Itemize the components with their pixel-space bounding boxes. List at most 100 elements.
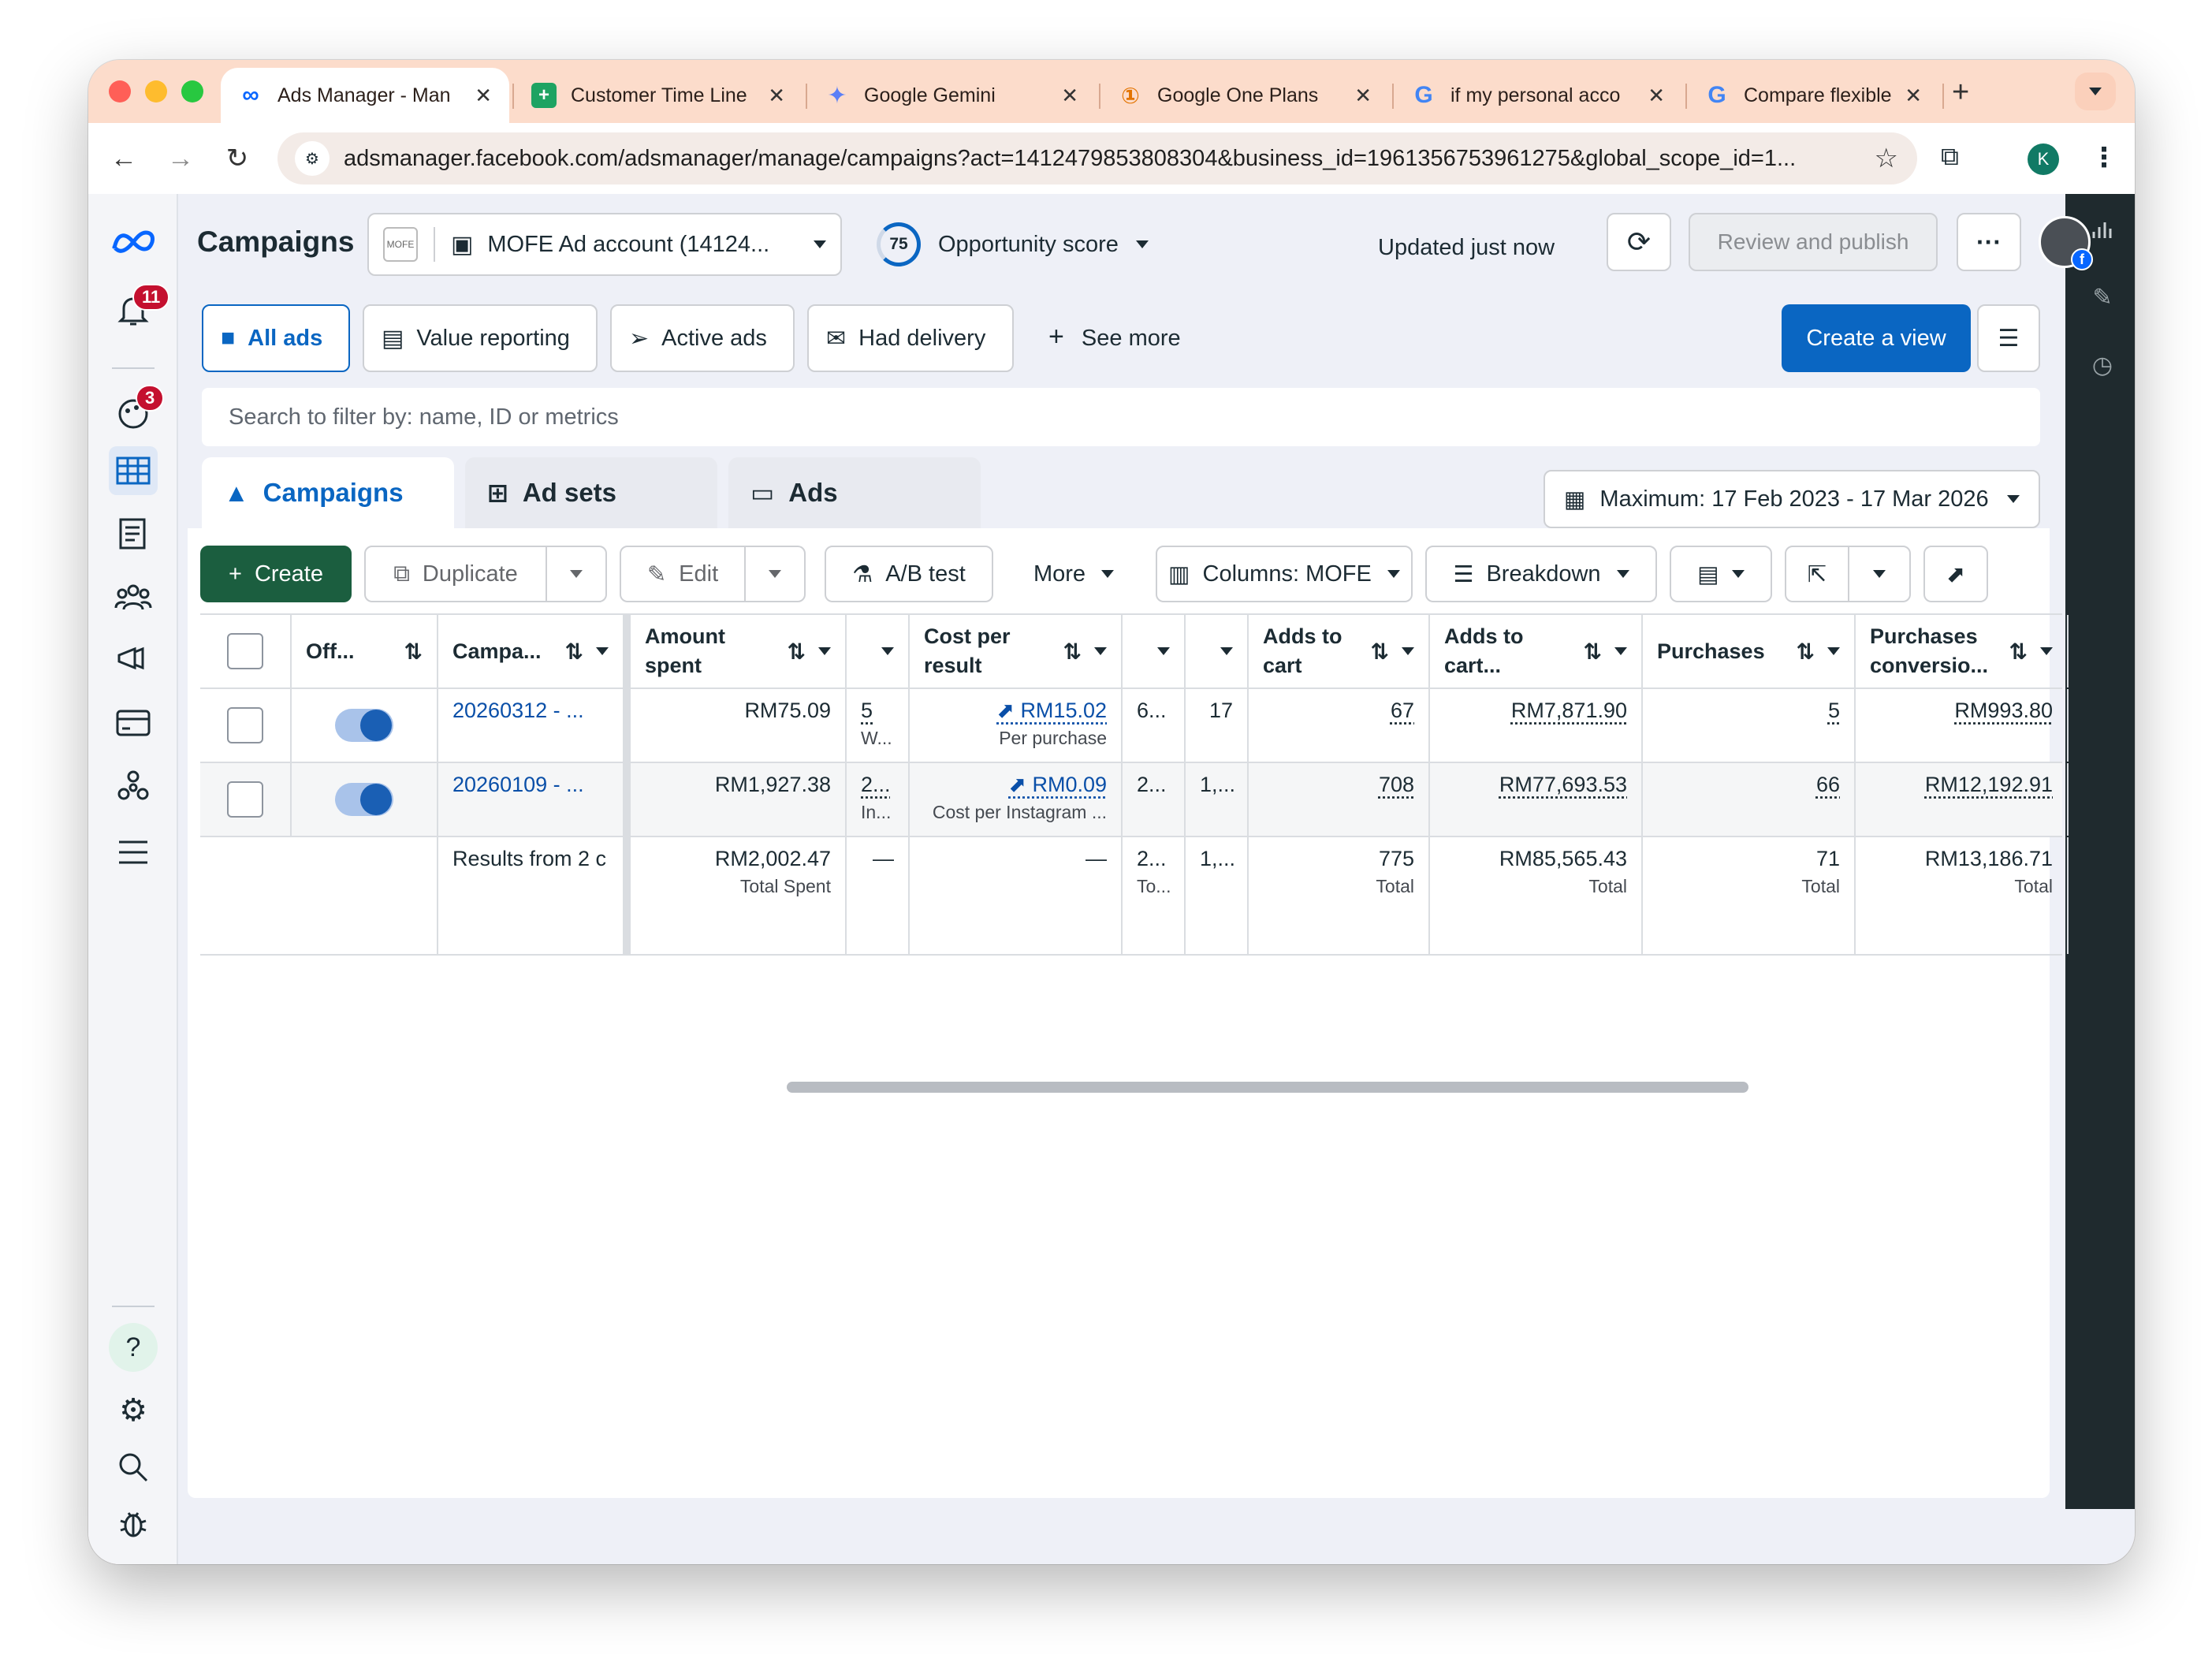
campaign-on-off-toggle[interactable] (335, 783, 393, 816)
column-header-cost-per-result[interactable]: Cost per result ⇅ (910, 615, 1123, 687)
review-and-publish-button[interactable]: Review and publish (1689, 213, 1938, 271)
more-actions-button[interactable]: More (1004, 546, 1143, 602)
sort-icon[interactable]: ⇅ (788, 639, 806, 665)
advertising-settings-icon[interactable] (109, 635, 158, 684)
browser-tab-compare-flexible[interactable]: G Compare flexible pr ✕ (1687, 68, 1939, 123)
reports-dropdown-button[interactable]: ▤ (1670, 546, 1772, 602)
activity-palette-icon[interactable]: 3 (109, 385, 165, 438)
chevron-down-icon[interactable] (881, 647, 894, 655)
export-dropdown[interactable] (1848, 546, 1911, 602)
purchases-value[interactable]: 66 (1816, 773, 1840, 796)
column-header-amount-spent[interactable]: Amount spent ⇅ (631, 615, 847, 687)
help-icon[interactable]: ? (109, 1323, 158, 1372)
horizontal-scrollbar[interactable] (787, 1082, 1748, 1093)
close-tab-icon[interactable]: ✕ (475, 84, 492, 108)
column-header-purchases[interactable]: Purchases ⇅ (1643, 615, 1856, 687)
duplicate-button[interactable]: ⧉ Duplicate (364, 546, 547, 602)
browser-menu-icon[interactable]: ⋮ (2091, 142, 2117, 173)
row-checkbox[interactable] (227, 707, 263, 743)
column-header-results[interactable] (847, 615, 910, 687)
new-tab-button[interactable]: + (1952, 76, 1969, 110)
business-tools-icon[interactable] (109, 762, 158, 810)
more-options-button[interactable]: ··· (1957, 213, 2021, 271)
breakdown-selector[interactable]: ☰ Breakdown (1425, 546, 1657, 602)
browser-tab-gemini[interactable]: ✦ Google Gemini ✕ (807, 68, 1096, 123)
address-bar[interactable]: ⚙ adsmanager.facebook.com/adsmanager/man… (277, 132, 1917, 184)
browser-tab-google-one[interactable]: ① Google One Plans ✕ (1100, 68, 1389, 123)
see-more-views-button[interactable]: + See more (1048, 322, 1181, 352)
history-clock-icon[interactable]: ◷ (2089, 352, 2116, 378)
view-settings-button[interactable]: ☰ (1977, 304, 2040, 372)
sort-icon[interactable]: ⇅ (404, 639, 423, 665)
minimize-window-button[interactable] (145, 80, 167, 102)
adds-to-cart-conversion-value[interactable]: RM77,693.53 (1499, 773, 1627, 796)
adds-to-cart-conversion-value[interactable]: RM7,871.90 (1511, 699, 1627, 722)
back-button[interactable]: ← (104, 139, 143, 178)
billing-card-icon[interactable] (109, 699, 158, 747)
cost-per-result-value[interactable]: ⬈ RM15.02 (996, 699, 1107, 722)
chevron-down-icon[interactable] (1094, 647, 1107, 655)
close-tab-icon[interactable]: ✕ (1648, 84, 1665, 108)
search-filter-input[interactable]: Search to filter by: name, ID or metrics (202, 388, 2040, 446)
column-header-adds-to-cart-value[interactable]: Adds to cart... ⇅ (1430, 615, 1643, 687)
tab-search-button[interactable] (2075, 73, 2116, 110)
select-all-checkbox[interactable] (227, 633, 263, 669)
chevron-down-icon[interactable] (1402, 647, 1414, 655)
search-icon[interactable] (109, 1443, 158, 1492)
purchases-conversion-value[interactable]: RM993.80 (1954, 699, 2053, 722)
meta-logo-icon[interactable] (109, 218, 158, 266)
export-button[interactable]: ⇱ (1785, 546, 1849, 602)
view-value-reporting[interactable]: ▤ Value reporting (363, 304, 598, 372)
close-window-button[interactable] (109, 80, 131, 102)
report-bug-icon[interactable] (109, 1500, 158, 1548)
purchases-conversion-value[interactable]: RM12,192.91 (1925, 773, 2053, 796)
edit-pencil-icon[interactable]: ✎ (2089, 284, 2116, 311)
chevron-down-icon[interactable] (2040, 647, 2053, 655)
chevron-down-icon[interactable] (1220, 647, 1233, 655)
ab-test-button[interactable]: ⚗ A/B test (825, 546, 993, 602)
audiences-icon[interactable] (109, 572, 158, 621)
view-had-delivery[interactable]: ✉ Had delivery (807, 304, 1014, 372)
close-tab-icon[interactable]: ✕ (1905, 84, 1922, 108)
close-tab-icon[interactable]: ✕ (1061, 84, 1078, 108)
chevron-down-icon[interactable] (596, 647, 609, 655)
campaigns-table-icon[interactable] (109, 446, 158, 495)
duplicate-dropdown[interactable] (546, 546, 607, 602)
sort-icon[interactable]: ⇅ (2009, 639, 2028, 665)
results-value[interactable]: 5 (861, 699, 873, 722)
row-checkbox[interactable] (227, 781, 263, 818)
chevron-down-icon[interactable] (1827, 647, 1840, 655)
adds-to-cart-value[interactable]: 708 (1379, 773, 1414, 796)
sort-icon[interactable]: ⇅ (1371, 639, 1389, 665)
purchases-value[interactable]: 5 (1828, 699, 1840, 722)
view-active-ads[interactable]: ➢ Active ads (610, 304, 795, 372)
ad-account-selector[interactable]: MOFE ▣ MOFE Ad account (14124... (367, 213, 842, 276)
table-row[interactable]: 20260109 - ... RM1,927.38 2... In... ⬈ RM… (200, 763, 2069, 837)
site-settings-icon[interactable]: ⚙ (295, 141, 330, 176)
tab-campaigns[interactable]: ▲ Campaigns (202, 457, 454, 528)
campaign-on-off-toggle[interactable] (335, 709, 393, 742)
chevron-down-icon[interactable] (1157, 647, 1170, 655)
sort-icon[interactable]: ⇅ (1797, 639, 1815, 665)
profile-avatar[interactable]: K (2028, 143, 2059, 175)
chevron-down-icon[interactable] (1614, 647, 1627, 655)
sort-icon[interactable]: ⇅ (1063, 639, 1082, 665)
reload-button[interactable]: ↻ (218, 139, 257, 178)
column-header-col-a[interactable] (1123, 615, 1186, 687)
table-row[interactable]: 20260312 - ... RM75.09 5 W... ⬈ RM15.02 Pe… (200, 689, 2069, 763)
reports-icon[interactable] (109, 509, 158, 558)
forward-button[interactable]: → (161, 139, 200, 178)
tab-ad-sets[interactable]: ⊞ Ad sets (465, 457, 717, 528)
browser-tab-personal-account[interactable]: G if my personal acco ✕ (1394, 68, 1682, 123)
opportunity-score-button[interactable]: 75 Opportunity score (877, 222, 1149, 266)
edit-dropdown[interactable] (744, 546, 806, 602)
adds-to-cart-value[interactable]: 67 (1391, 699, 1414, 722)
browser-tab-customer-timeline[interactable]: + Customer Time Line ✕ (514, 68, 803, 123)
campaign-name-link[interactable]: 20260109 - ... (452, 773, 584, 796)
view-all-ads[interactable]: ■ All ads (202, 304, 350, 372)
chart-icon[interactable] (2089, 216, 2116, 243)
chevron-down-icon[interactable] (818, 647, 831, 655)
date-range-selector[interactable]: ▦ Maximum: 17 Feb 2023 - 17 Mar 2026 (1544, 470, 2040, 528)
user-avatar[interactable]: f (2039, 216, 2093, 270)
charts-toggle-button[interactable]: ⬈ (1923, 546, 1988, 602)
